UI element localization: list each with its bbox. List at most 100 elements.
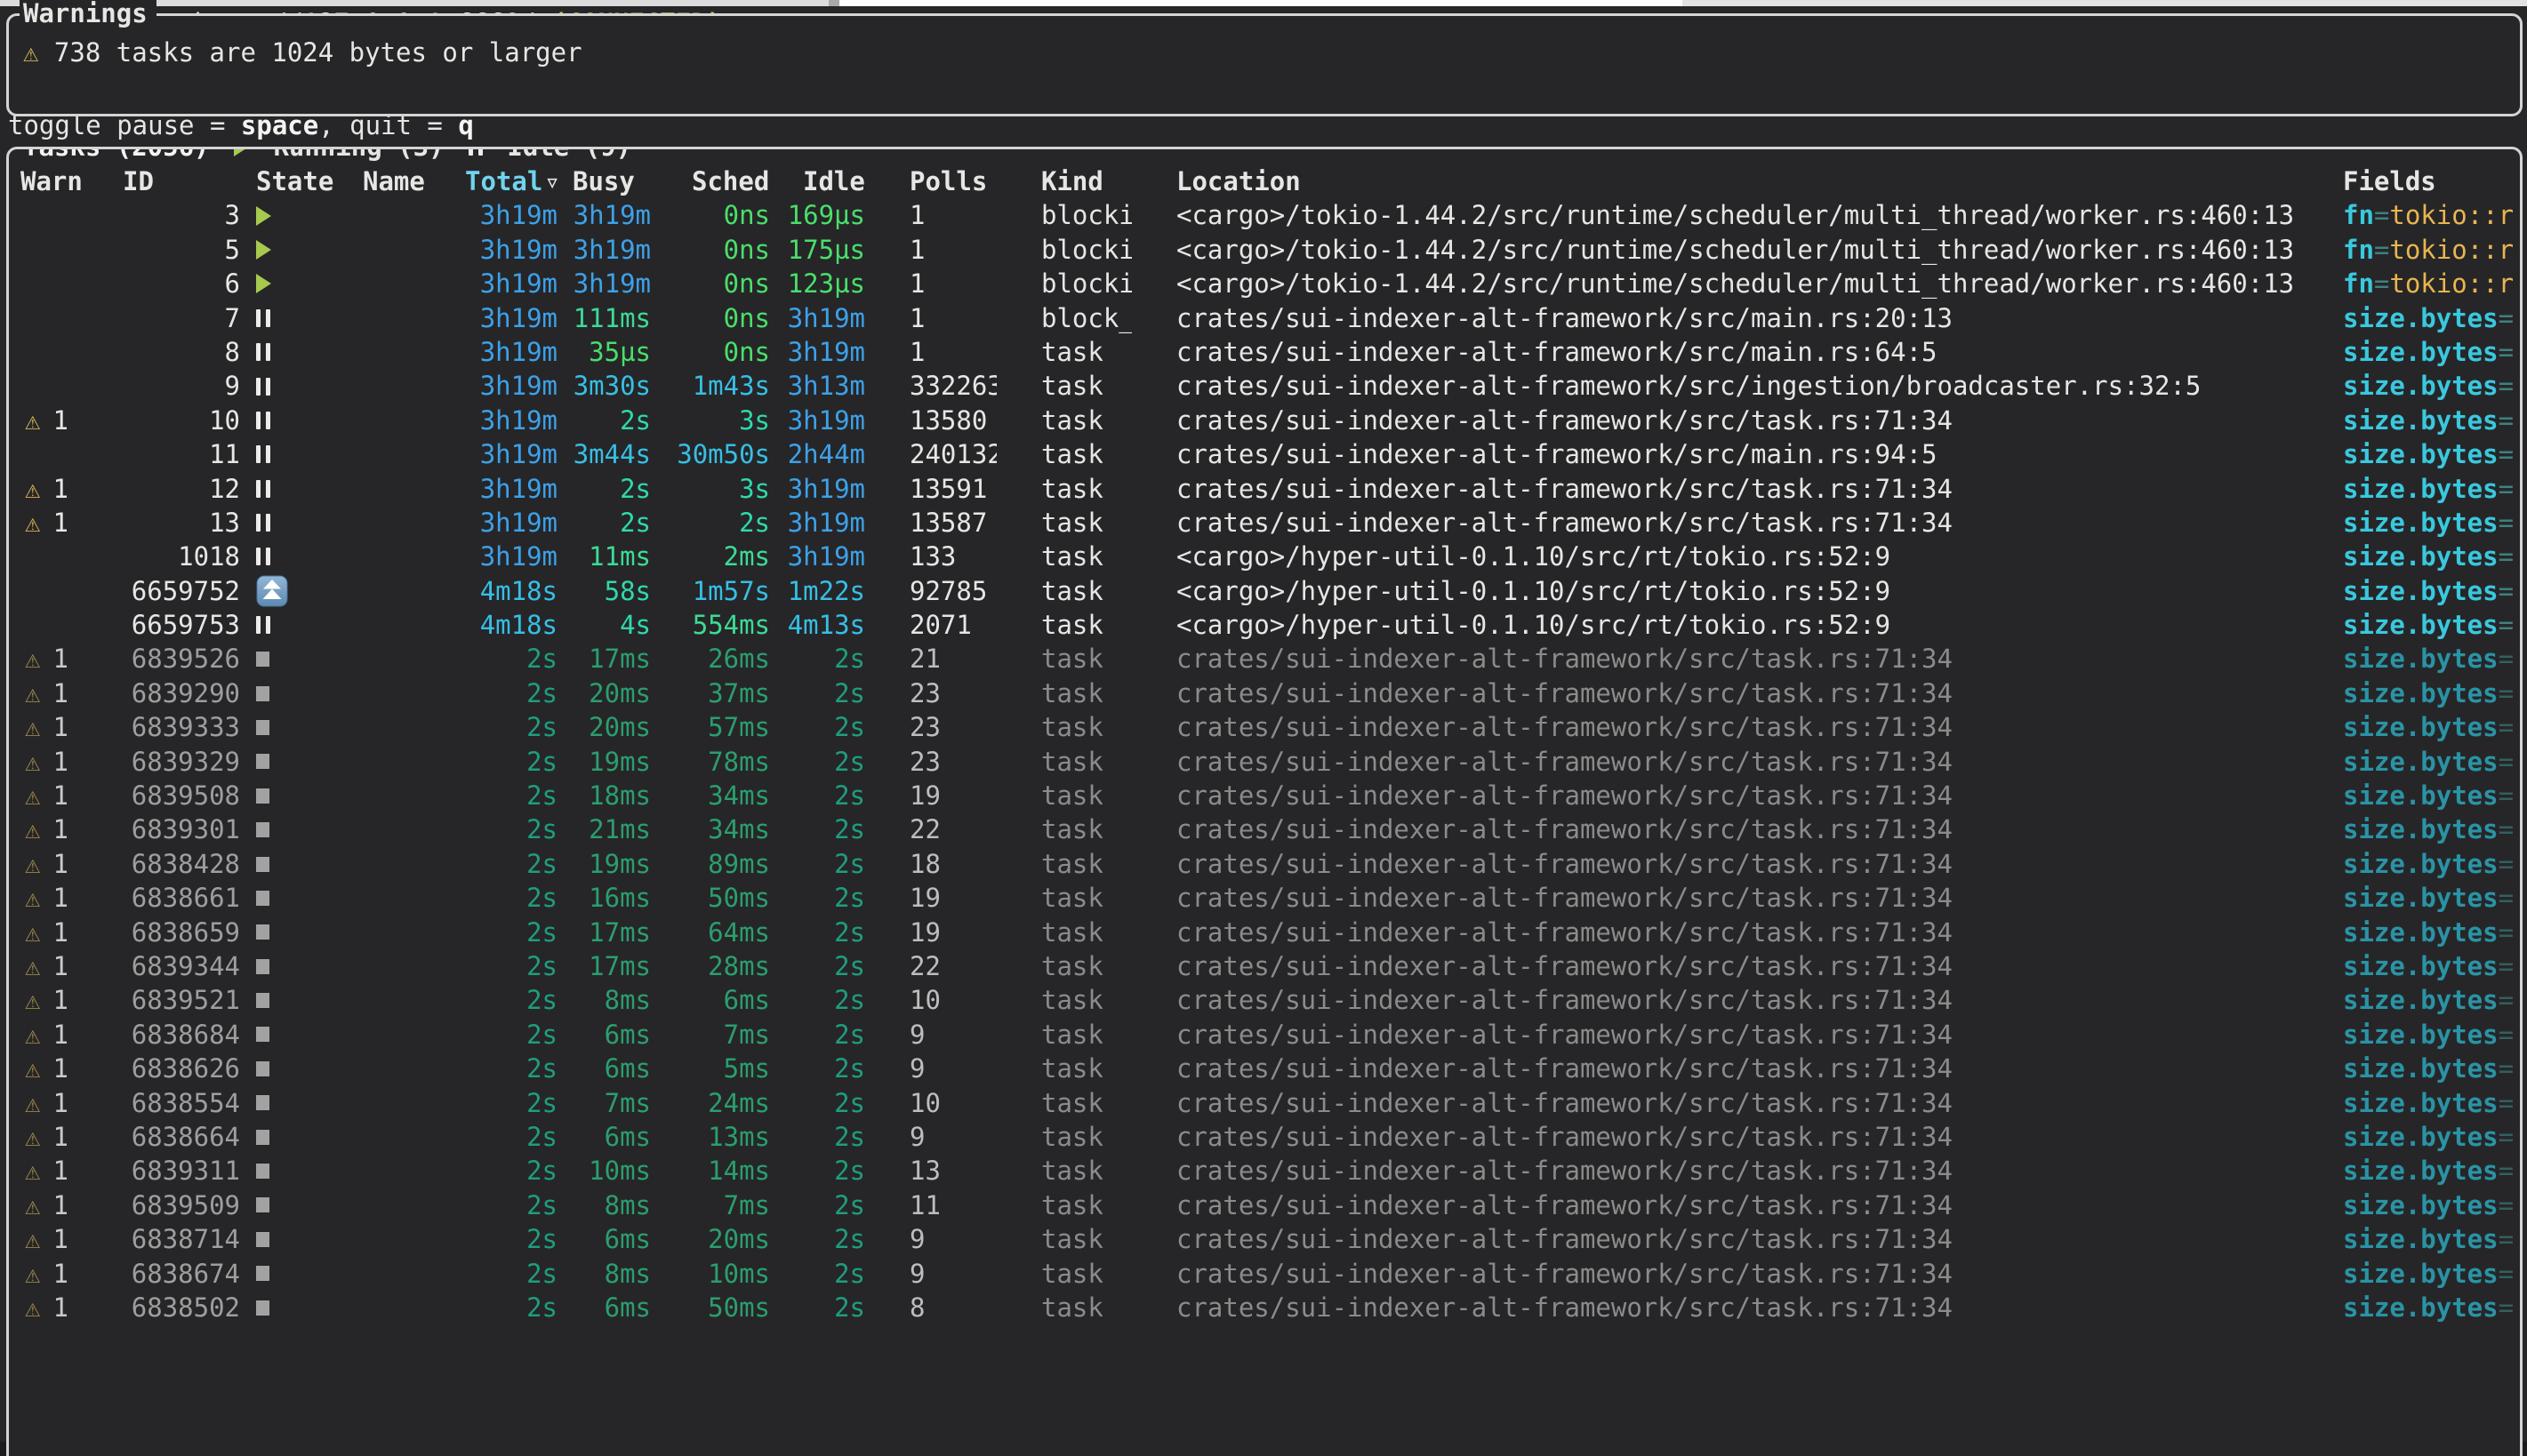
- column-header-idle[interactable]: Idle: [770, 164, 865, 198]
- tasks-table-header: WarnIDStateNameTotal▿ Busy Sched Idle Polls K…: [9, 164, 2520, 198]
- cell-location: crates/sui-indexer-alt-framework/src/tas…: [1132, 1257, 2338, 1291]
- cell-busy: 8ms: [558, 1188, 651, 1222]
- cell-warn: ⚠1: [9, 779, 116, 812]
- cell-kind: task: [997, 916, 1132, 949]
- cell-polls: 9: [865, 1120, 997, 1154]
- column-header-warn[interactable]: Warn: [9, 164, 116, 198]
- task-row[interactable]: ⚠168386592s17ms64ms2s19taskcrates/sui-in…: [9, 916, 2520, 949]
- scrollbar-thumb[interactable]: [839, 0, 1682, 6]
- cell-warn: ⚠1: [9, 983, 116, 1017]
- task-row[interactable]: ⚠168395212s8ms6ms2s10taskcrates/sui-inde…: [9, 983, 2520, 1017]
- cell-busy: 35µs: [558, 335, 651, 369]
- cell-idle: 3h19m: [770, 335, 865, 369]
- cell-total: 3h19m: [461, 437, 558, 471]
- cell-state: [240, 983, 363, 1017]
- task-row[interactable]: 63h19m3h19m0ns123µs1blocking<cargo>/toki…: [9, 267, 2520, 300]
- cell-total: 2s: [461, 1120, 558, 1154]
- task-row[interactable]: ⚠168395092s8ms7ms2s11taskcrates/sui-inde…: [9, 1188, 2520, 1222]
- pause-icon: [469, 147, 483, 156]
- field-key: size.bytes: [2343, 985, 2499, 1015]
- task-row[interactable]: ⚠168393012s21ms34ms2s22taskcrates/sui-in…: [9, 812, 2520, 846]
- task-row[interactable]: ⚠168393442s17ms28ms2s22taskcrates/sui-in…: [9, 949, 2520, 983]
- cell-total: 2s: [461, 949, 558, 983]
- task-row[interactable]: 66597524m18s58s1m57s1m22s92785task<cargo…: [9, 574, 2520, 608]
- task-row[interactable]: ⚠168386262s6ms5ms2s9taskcrates/sui-index…: [9, 1052, 2520, 1085]
- cell-warn: [9, 198, 116, 232]
- cell-location: crates/sui-indexer-alt-framework/src/tas…: [1132, 779, 2338, 812]
- cell-sched: 14ms: [651, 1154, 770, 1188]
- cell-polls: 13580: [865, 404, 997, 437]
- column-header-kind[interactable]: Kind: [997, 164, 1132, 198]
- task-row[interactable]: ⚠168384282s19ms89ms2s18taskcrates/sui-in…: [9, 847, 2520, 881]
- field-equals: =: [2499, 1088, 2514, 1118]
- cell-task-id: 1018: [116, 540, 240, 573]
- column-header-name[interactable]: Name: [363, 164, 461, 198]
- field-equals: =: [2499, 1190, 2514, 1220]
- cell-state: [240, 916, 363, 949]
- task-row[interactable]: ⚠1123h19m2s3s3h19m13591taskcrates/sui-in…: [9, 472, 2520, 506]
- column-header-state[interactable]: State: [240, 164, 363, 198]
- cell-location: crates/sui-indexer-alt-framework/src/tas…: [1132, 949, 2338, 983]
- task-row[interactable]: ⚠168385022s6ms50ms2s8taskcrates/sui-inde…: [9, 1291, 2520, 1324]
- task-row[interactable]: 10183h19m11ms2ms3h19m133task<cargo>/hype…: [9, 540, 2520, 573]
- task-row[interactable]: ⚠168393292s19ms78ms2s23taskcrates/sui-in…: [9, 745, 2520, 779]
- cell-busy: 11ms: [558, 540, 651, 573]
- task-row[interactable]: ⚠168385542s7ms24ms2s10taskcrates/sui-ind…: [9, 1086, 2520, 1120]
- task-row[interactable]: ⚠1133h19m2s2s3h19m13587taskcrates/sui-in…: [9, 506, 2520, 540]
- task-row[interactable]: ⚠168392902s20ms37ms2s23taskcrates/sui-in…: [9, 676, 2520, 710]
- task-row[interactable]: ⚠168393112s10ms14ms2s13taskcrates/sui-in…: [9, 1154, 2520, 1188]
- cell-busy: 3m44s: [558, 437, 651, 471]
- task-row[interactable]: ⚠168393332s20ms57ms2s23taskcrates/sui-in…: [9, 710, 2520, 744]
- column-header-sched[interactable]: Sched: [651, 164, 770, 198]
- task-row[interactable]: 73h19m111ms0ns3h19m1block_oncrates/sui-i…: [9, 301, 2520, 335]
- warning-icon: ⚠: [25, 1053, 40, 1084]
- column-header-loc[interactable]: Location: [1132, 164, 2338, 198]
- cell-polls: 3322633: [865, 369, 997, 403]
- cell-sched: 34ms: [651, 812, 770, 846]
- cell-busy: 2s: [558, 404, 651, 437]
- stopped-icon: [256, 822, 269, 837]
- task-row[interactable]: 66597534m18s4s554ms4m13s2071task<cargo>/…: [9, 608, 2520, 642]
- column-header-total[interactable]: Total▿: [461, 164, 558, 198]
- cell-fields: size.bytes=: [2338, 472, 2520, 506]
- column-header-busy[interactable]: Busy: [558, 164, 651, 198]
- task-row[interactable]: ⚠168387142s6ms20ms2s9taskcrates/sui-inde…: [9, 1222, 2520, 1256]
- field-key: fn: [2343, 235, 2374, 265]
- cell-location: crates/sui-indexer-alt-framework/src/tas…: [1132, 847, 2338, 881]
- column-header-polls[interactable]: Polls: [865, 164, 997, 198]
- task-row[interactable]: ⚠168386742s8ms10ms2s9taskcrates/sui-inde…: [9, 1257, 2520, 1291]
- cell-location: crates/sui-indexer-alt-framework/src/tas…: [1132, 472, 2338, 506]
- column-header-fields[interactable]: Fields: [2338, 164, 2520, 198]
- cell-task-id: 6839290: [116, 676, 240, 710]
- cell-total: 3h19m: [461, 404, 558, 437]
- cell-polls: 11: [865, 1188, 997, 1222]
- task-row[interactable]: ⚠1103h19m2s3s3h19m13580taskcrates/sui-in…: [9, 404, 2520, 437]
- task-row[interactable]: ⚠168386612s16ms50ms2s19taskcrates/sui-in…: [9, 881, 2520, 915]
- cell-name: [363, 233, 461, 267]
- task-row[interactable]: ⚠168395082s18ms34ms2s19taskcrates/sui-in…: [9, 779, 2520, 812]
- column-header-label: Polls: [910, 166, 987, 196]
- column-header-label: Idle: [803, 166, 865, 196]
- field-key: size.bytes: [2343, 508, 2499, 538]
- cell-warn: ⚠1: [9, 1120, 116, 1154]
- field-equals: =: [2499, 678, 2514, 708]
- column-header-label: Busy: [573, 166, 635, 196]
- task-row[interactable]: ⚠168386842s6ms7ms2s9taskcrates/sui-index…: [9, 1018, 2520, 1052]
- cell-total: 3h19m: [461, 267, 558, 300]
- cell-total: 2s: [461, 983, 558, 1017]
- cell-fields: size.bytes=: [2338, 847, 2520, 881]
- cell-location: <cargo>/hyper-util-0.1.10/src/rt/tokio.r…: [1132, 540, 2338, 573]
- task-row[interactable]: 93h19m3m30s1m43s3h13m3322633taskcrates/s…: [9, 369, 2520, 403]
- task-row[interactable]: 33h19m3h19m0ns169µs1blocking<cargo>/toki…: [9, 198, 2520, 232]
- task-row[interactable]: 83h19m35µs0ns3h19m1taskcrates/sui-indexe…: [9, 335, 2520, 369]
- task-row[interactable]: ⚠168386642s6ms13ms2s9taskcrates/sui-inde…: [9, 1120, 2520, 1154]
- cell-idle: 2s: [770, 745, 865, 779]
- cell-busy: 8ms: [558, 983, 651, 1017]
- warning-icon: ⚠: [25, 508, 40, 538]
- cell-warn: ⚠1: [9, 676, 116, 710]
- task-row[interactable]: ⚠168395262s17ms26ms2s21taskcrates/sui-in…: [9, 642, 2520, 676]
- task-row[interactable]: 113h19m3m44s30m50s2h44m2401320taskcrates…: [9, 437, 2520, 471]
- column-header-id[interactable]: ID: [116, 164, 240, 198]
- cell-kind: blocking: [997, 233, 1132, 267]
- task-row[interactable]: 53h19m3h19m0ns175µs1blocking<cargo>/toki…: [9, 233, 2520, 267]
